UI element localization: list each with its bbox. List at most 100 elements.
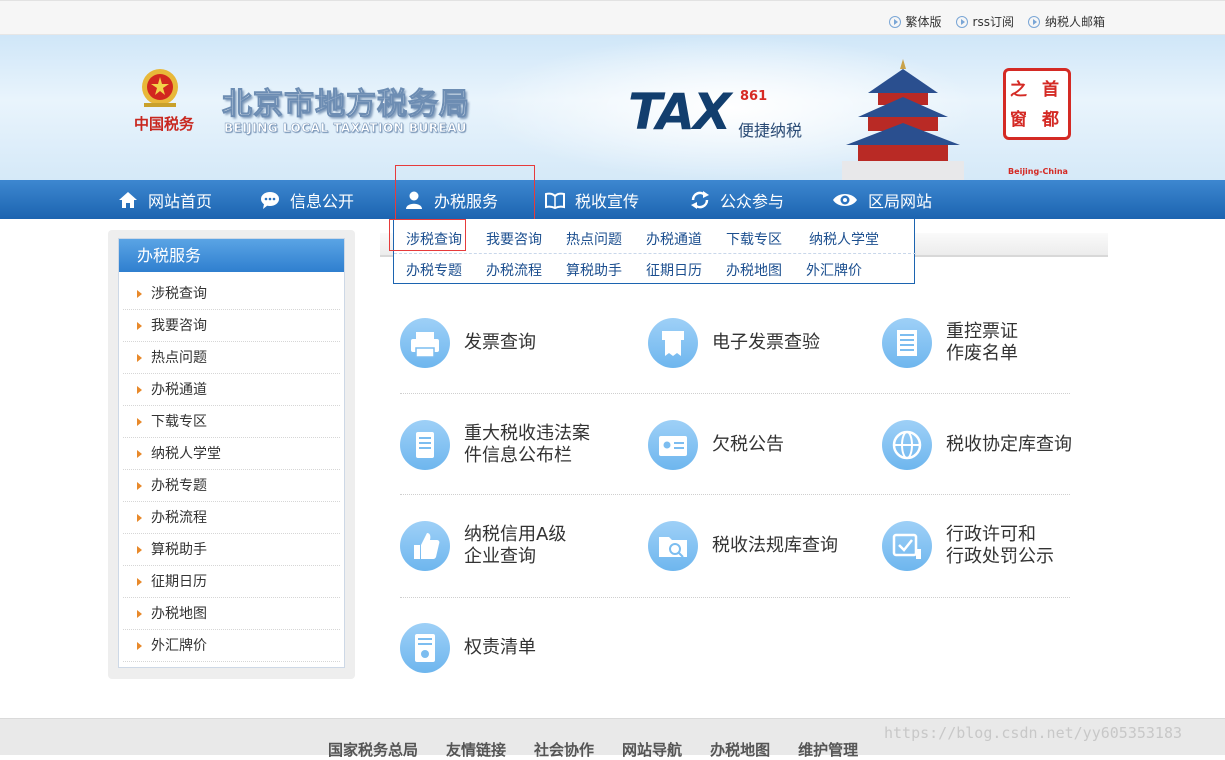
service-label: 重控票证 作废名单 [946,321,1018,364]
receipt-icon [648,318,698,368]
main-nav: 网站首页 信息公开 办税服务 税收宣传 公众参与 区局网站 [0,165,1225,223]
svg-text:中国税务: 中国税务 [134,115,195,133]
footer-link[interactable]: 国家税务总局 [328,739,418,760]
book-icon [545,192,565,209]
service-label: 权责清单 [464,637,536,658]
sidebar: 办税服务 涉税查询 我要咨询 热点问题 办税通道 下载专区 纳税人学堂 办税专题 办税流程 算税… [118,238,345,668]
service-label: 税收协定库查询 [946,434,1072,455]
play-icon [955,15,968,28]
sidebar-list: 涉税查询 我要咨询 热点问题 办税通道 下载专区 纳税人学堂 办税专题 办税流程 算税助手 征期日… [119,272,344,662]
selected-item-highlight [389,219,466,251]
footer-link[interactable]: 社会协作 [534,739,594,760]
service-tile[interactable]: 纳税信用A级 企业查询 [400,521,566,571]
thumbs-up-icon [400,521,450,571]
list-icon [882,318,932,368]
service-tile[interactable]: 税收协定库查询 [882,420,1072,470]
taxpayer-mail-link[interactable]: 纳税人邮箱 [1027,13,1105,30]
sidebar-item[interactable]: 涉税查询 [123,278,340,310]
sidebar-item[interactable]: 我要咨询 [123,310,340,342]
dropdown-item-downloads[interactable]: 下载专区 [714,227,794,251]
service-tile[interactable]: 行政许可和 行政处罚公示 [882,521,1054,571]
dropdown-item-calendar[interactable]: 征期日历 [634,258,714,282]
dropdown-item-map[interactable]: 办税地图 [714,258,794,282]
nav-district-sites[interactable]: 区局网站 [832,180,932,219]
service-tile[interactable]: 重大税收违法案 件信息公布栏 [400,420,590,470]
globe-icon [882,420,932,470]
refresh-icon [691,190,709,209]
service-label: 纳税信用A级 企业查询 [464,524,567,567]
sidebar-item[interactable]: 办税通道 [123,374,340,406]
service-tile[interactable]: 发票查询 [400,318,536,368]
capital-window-seal: 之 首 窗 都 [1003,68,1071,140]
sidebar-item[interactable]: 征期日历 [123,566,340,598]
active-nav-highlight [395,165,535,223]
top-bar: 繁体版 rss订阅 纳税人邮箱 [0,0,1225,35]
row-divider [400,597,1070,598]
service-tile[interactable]: 重控票证 作废名单 [882,318,1018,368]
nav-info-disclosure[interactable]: 信息公开 [260,180,354,219]
dropdown-item-topics[interactable]: 办税专题 [394,258,474,282]
service-label: 税收法规库查询 [712,535,838,556]
top-links: 繁体版 rss订阅 纳税人邮箱 [888,13,1105,30]
row-divider [400,494,1070,495]
footer-link[interactable]: 网站导航 [622,739,682,760]
footer-link[interactable]: 办税地图 [710,739,770,760]
rss-link[interactable]: rss订阅 [955,13,1014,30]
play-icon [1027,15,1040,28]
tax-services-dropdown: 涉税查询 我要咨询 热点问题 办税通道 下载专区 纳税人学堂 办税专题 办税流程… [389,219,916,284]
traditional-chinese-link[interactable]: 繁体版 [888,13,942,30]
dropdown-item-hot-issues[interactable]: 热点问题 [554,227,634,251]
id-card-icon [648,420,698,470]
tax-slogan: 便捷纳税 [738,121,803,140]
sidebar-item[interactable]: 办税地图 [123,598,340,630]
sidebar-item[interactable]: 算税助手 [123,534,340,566]
document-icon [400,420,450,470]
tax-logo: TAX [628,83,731,141]
checkbox-icon [882,521,932,571]
service-tile[interactable]: 欠税公告 [648,420,784,470]
site-title-en: BEIJING LOCAL TAXATION BUREAU [224,121,467,135]
sidebar-item[interactable]: 下载专区 [123,406,340,438]
nav-tax-promotion[interactable]: 税收宣传 [545,180,639,219]
footer-link[interactable]: 友情链接 [446,739,506,760]
sidebar-item[interactable]: 热点问题 [123,342,340,374]
folder-search-icon [648,521,698,571]
service-tile[interactable]: 税收法规库查询 [648,521,838,571]
play-icon [888,15,901,28]
dropdown-item-consult[interactable]: 我要咨询 [474,227,554,251]
dropdown-item-exchange-rates[interactable]: 外汇牌价 [794,258,874,282]
dropdown-item-calculator[interactable]: 算税助手 [554,258,634,282]
printer-icon [400,318,450,368]
sidebar-item[interactable]: 办税流程 [123,502,340,534]
tax-emblem-icon: 中国税务 [134,69,195,133]
service-tile[interactable]: 权责清单 [400,623,536,673]
tax-number: 861 [740,89,768,104]
home-icon [119,191,137,208]
service-label: 行政许可和 行政处罚公示 [946,524,1054,567]
service-label: 重大税收违法案 件信息公布栏 [464,423,590,466]
chat-icon [261,191,279,209]
footer-link[interactable]: 维护管理 [798,739,858,760]
seal-caption: Beijing-China [1008,167,1068,176]
site-title: 北京市地方税务局 [222,87,470,123]
certificate-icon [400,623,450,673]
dropdown-item-process[interactable]: 办税流程 [474,258,554,282]
sidebar-item[interactable]: 办税专题 [123,470,340,502]
sidebar-title: 办税服务 [119,239,344,272]
service-label: 发票查询 [464,332,536,353]
service-label: 欠税公告 [712,434,784,455]
service-tile[interactable]: 电子发票查验 [648,318,820,368]
footer-links: 国家税务总局 友情链接 社会协作 网站导航 办税地图 维护管理 [328,739,858,760]
dropdown-item-tax-channel[interactable]: 办税通道 [634,227,714,251]
nav-home[interactable]: 网站首页 [118,180,212,219]
watermark: https://blog.csdn.net/yy605353183 [884,724,1183,742]
nav-public-participation[interactable]: 公众参与 [690,180,784,219]
dropdown-item-taxpayer-school[interactable]: 纳税人学堂 [794,227,894,251]
service-label: 电子发票查验 [712,332,820,353]
sidebar-item[interactable]: 纳税人学堂 [123,438,340,470]
row-divider [400,393,1070,394]
dropdown-row: 办税专题 办税流程 算税助手 征期日历 办税地图 外汇牌价 [394,253,916,282]
eye-icon [833,193,857,206]
temple-of-heaven-icon [842,59,964,180]
sidebar-item[interactable]: 外汇牌价 [123,630,340,662]
